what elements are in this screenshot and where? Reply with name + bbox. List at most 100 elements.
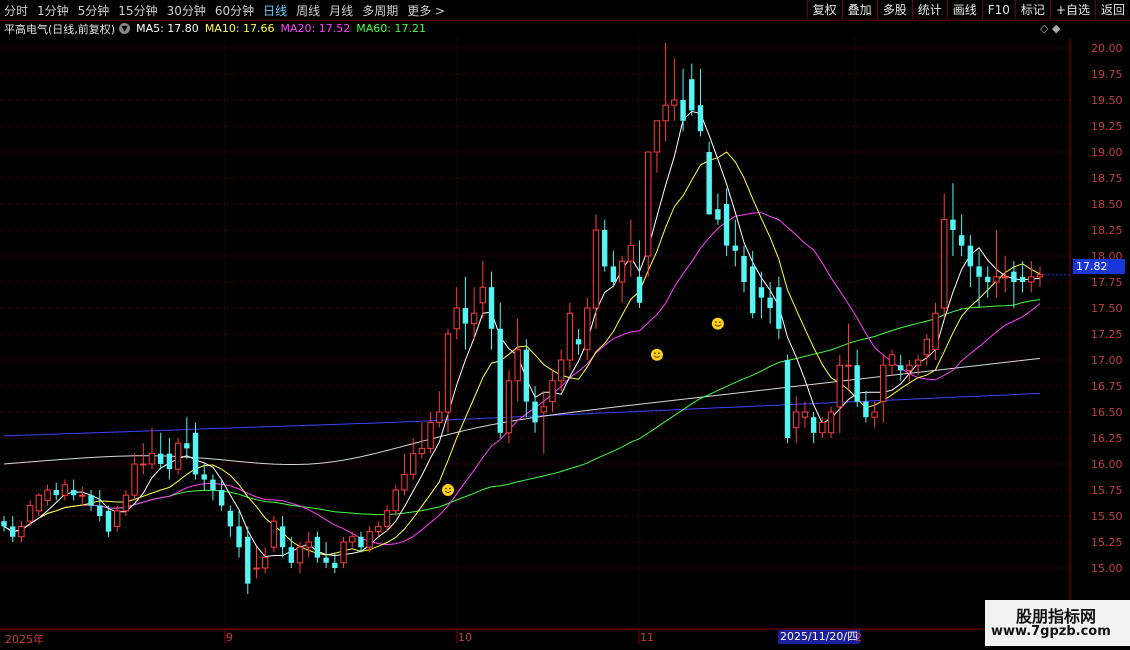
smiley-marker-icon: [711, 317, 724, 330]
time-label-year: 2025年: [5, 633, 44, 646]
candle-body-up: [26, 505, 34, 522]
price-tick-label: 18.75: [1091, 172, 1123, 185]
candle-body-up: [113, 510, 121, 527]
candle-body-up: [662, 104, 669, 122]
candle-body-down: [227, 510, 234, 527]
candle-body-down: [1011, 271, 1017, 282]
candle-body-down: [1, 521, 7, 527]
candle-body-down: [53, 490, 59, 496]
price-tick-label: 17.75: [1091, 276, 1123, 289]
candle-body-down: [105, 510, 112, 532]
candle-body-up: [566, 312, 574, 361]
candle-body-up: [880, 364, 887, 403]
candle-body-down: [279, 526, 286, 548]
candle-body-up: [401, 473, 408, 491]
price-tick-label: 15.50: [1091, 510, 1123, 523]
candle-body-up: [79, 494, 86, 497]
candle-body-down: [715, 209, 721, 220]
candle-body-down: [758, 287, 765, 298]
candle-body-down: [1019, 276, 1026, 282]
candle-body-down: [723, 204, 730, 246]
candle-body-down: [767, 297, 773, 308]
candle-body-up: [61, 484, 69, 496]
smiley-eye: [714, 321, 717, 323]
candle-body-down: [245, 536, 251, 584]
candle-body-up: [470, 312, 478, 325]
candle-body-down: [706, 152, 712, 215]
candle-body-down: [10, 526, 16, 537]
candle-body-down: [575, 339, 582, 345]
candle-body-up: [906, 364, 913, 371]
candle-body-down: [323, 557, 329, 563]
candle-body-down: [636, 276, 643, 303]
candle-body-down: [210, 479, 216, 490]
candle-body-up: [340, 541, 347, 564]
candle-body-up: [514, 349, 521, 382]
candle-body-down: [158, 453, 164, 464]
candle-body-up: [888, 354, 896, 366]
candle-body-up: [653, 120, 661, 153]
candle-body-up: [296, 546, 304, 564]
candle-body-up: [645, 151, 652, 257]
candle-body-up: [819, 421, 826, 434]
candle-body-up: [871, 411, 878, 418]
candle-body-down: [602, 230, 608, 267]
smiley-eye: [718, 321, 721, 323]
price-tick-label: 16.50: [1091, 406, 1123, 419]
price-tick-label: 18.25: [1091, 224, 1123, 237]
candle-body-up: [671, 99, 678, 106]
kline-chart[interactable]: 20.00 19.75 19.50 19.25 19.00 18.75 18.50 18.25…: [0, 0, 1130, 650]
cursor-date-label: 2025/11/20/四: [778, 630, 861, 644]
candle-body-up: [1028, 276, 1035, 283]
candle-body-up: [131, 463, 138, 496]
candle-body-up: [941, 219, 948, 309]
smiley-eye: [449, 487, 451, 490]
candle-body-up: [383, 510, 391, 527]
candle-body-down: [810, 417, 817, 433]
candle-body-down: [358, 536, 364, 548]
time-label-oct: 10: [458, 631, 472, 644]
candle-body-up: [932, 312, 939, 351]
candle-body-up: [505, 380, 513, 434]
smiley-eye: [654, 352, 656, 355]
candle-body-up: [993, 276, 1000, 283]
candle-body-down: [958, 235, 965, 246]
candle-body-up: [253, 567, 260, 570]
price-tick-label: 15.75: [1091, 484, 1123, 497]
candle-body-down: [697, 105, 704, 132]
candle-body-down: [985, 276, 991, 282]
candle-body-down: [462, 308, 469, 324]
candle-body-up: [592, 229, 600, 309]
candle-body-down: [898, 365, 904, 371]
candle-body-down: [950, 219, 956, 230]
ma10-line: [3, 151, 1041, 556]
candle-body-up: [174, 442, 182, 470]
candle-body-up: [923, 338, 931, 356]
candle-body-up: [801, 411, 809, 418]
candle-body-down: [218, 490, 225, 506]
price-tick-label: 19.25: [1091, 120, 1123, 133]
smiley-marker-icon: [442, 484, 454, 496]
candle-body-down: [750, 266, 756, 314]
candle-body-up: [392, 489, 399, 512]
candle-body-up: [427, 421, 434, 449]
time-label-sep: 9: [226, 631, 233, 644]
price-tick-label: 16.25: [1091, 432, 1123, 445]
candle-body-up: [618, 260, 626, 283]
time-label-dec: 2: [855, 631, 862, 644]
price-tick-label: 15.25: [1091, 536, 1123, 549]
price-tick-label: 20.00: [1091, 42, 1123, 55]
candle-body-down: [236, 526, 242, 548]
candle-body-up: [44, 489, 51, 501]
candle-body-up: [140, 463, 147, 466]
candle-body-up: [148, 453, 156, 465]
smiley-marker-icon: [650, 348, 663, 361]
candle-body-down: [854, 365, 860, 402]
candle-body-up: [540, 406, 547, 413]
candle-body-up: [270, 520, 278, 548]
candle-body-down: [288, 547, 294, 563]
candle-body-down: [497, 328, 503, 433]
time-label-nov: 11: [640, 631, 654, 644]
candle-body-up: [827, 411, 835, 434]
candle-body-down: [97, 505, 103, 516]
